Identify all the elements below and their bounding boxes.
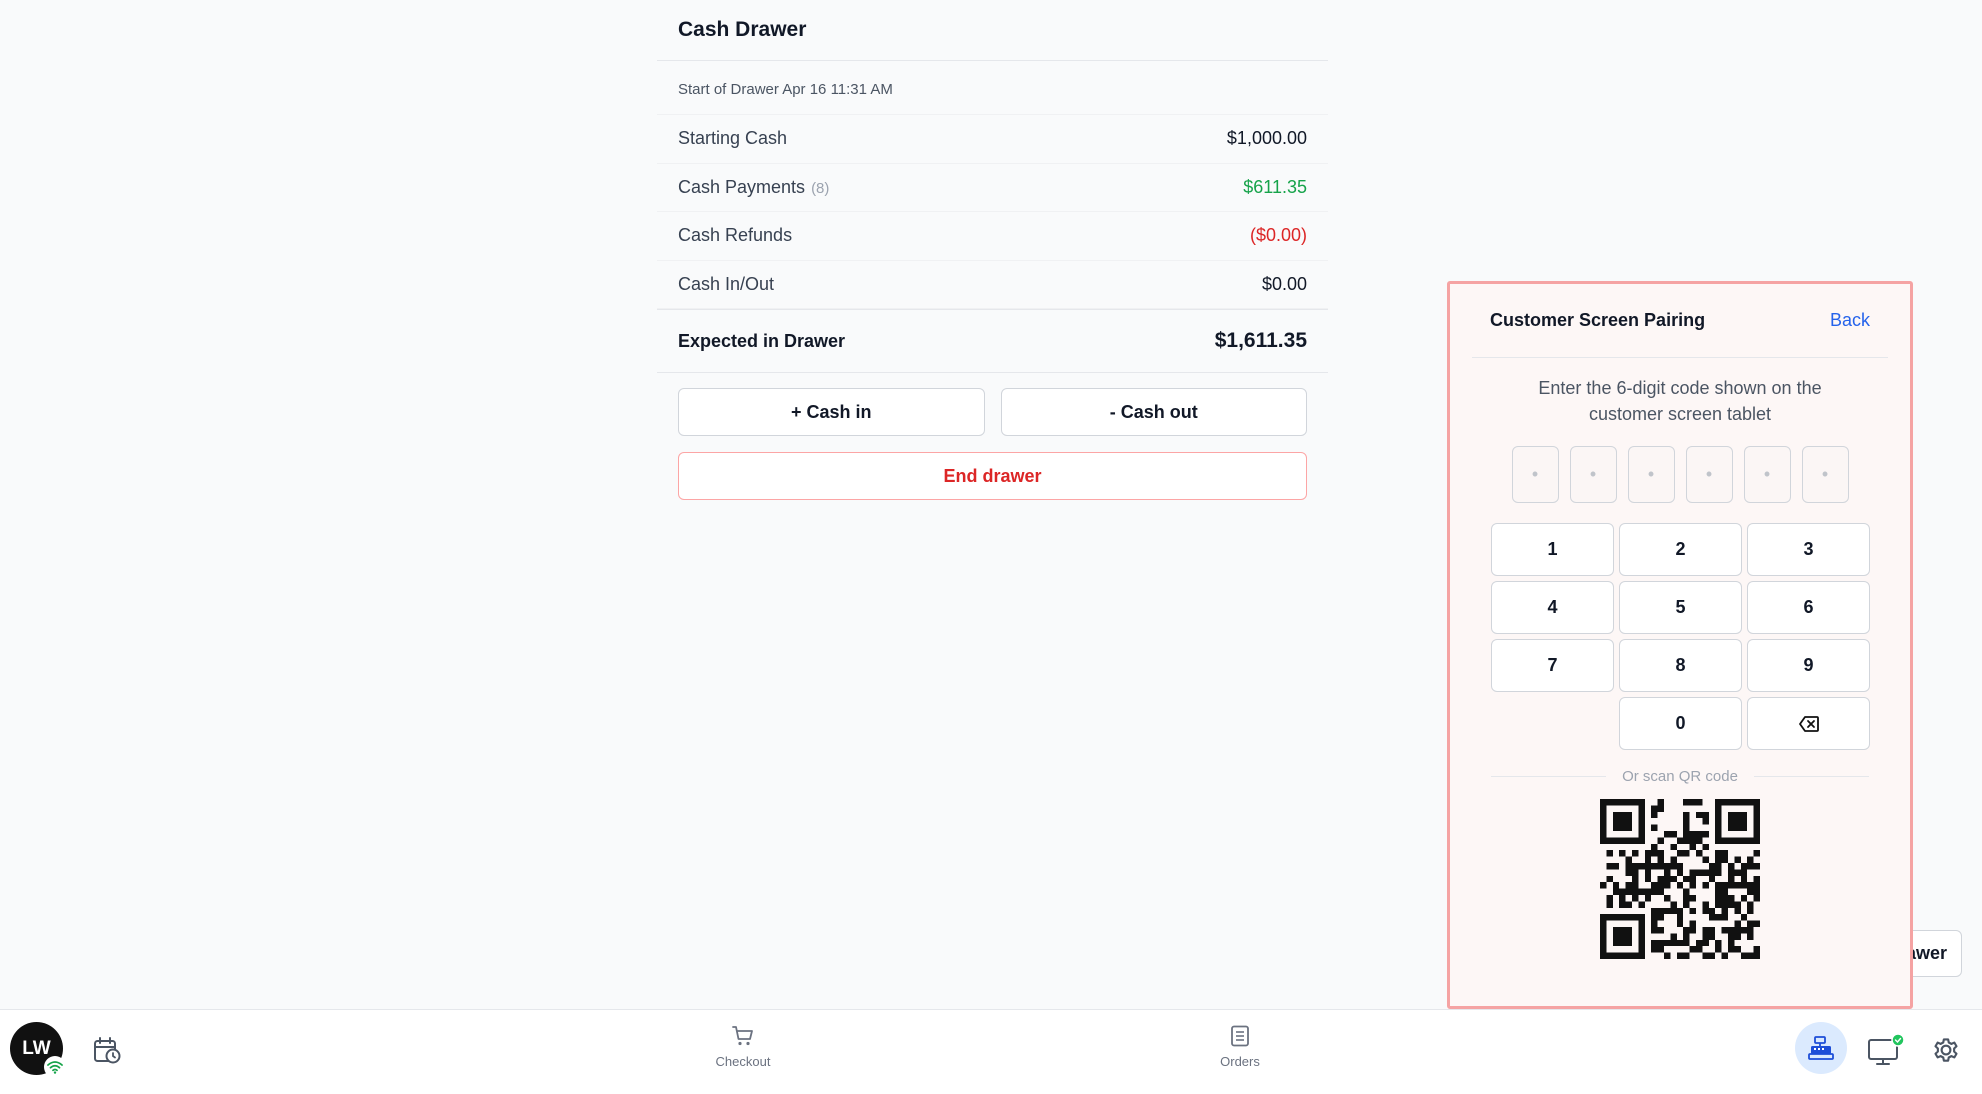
- cash-in-out-row: Cash In/Out $0.00: [657, 261, 1328, 309]
- qr-divider-text: Or scan QR code: [1622, 768, 1738, 785]
- back-link[interactable]: Back: [1830, 310, 1870, 331]
- shift-history-button[interactable]: [90, 1033, 124, 1067]
- dialog-title: Customer Screen Pairing: [1490, 310, 1706, 330]
- expected-total-row: Expected in Drawer $1,611.35: [657, 309, 1328, 373]
- cash-drawer-panel: Cash Drawer Start of Drawer Apr 16 11:31…: [657, 0, 1328, 500]
- qr-divider: Or scan QR code: [1491, 768, 1869, 785]
- expected-total-label: Expected in Drawer: [678, 330, 846, 351]
- cash-in-button[interactable]: + Cash in: [678, 388, 985, 436]
- pairing-qr-code: [1600, 799, 1760, 959]
- starting-cash-row: Starting Cash $1,000.00: [657, 115, 1328, 164]
- end-drawer-button[interactable]: End drawer: [678, 452, 1307, 500]
- key-8[interactable]: 8: [1619, 639, 1742, 692]
- cash-refunds-row: Cash Refunds ($0.00): [657, 212, 1328, 261]
- backspace-key[interactable]: [1747, 697, 1870, 750]
- cash-in-out-value: $0.00: [1261, 273, 1307, 294]
- code-digit-5[interactable]: •: [1743, 446, 1791, 503]
- gear-icon: [1934, 1038, 1958, 1062]
- code-digit-2[interactable]: •: [1569, 446, 1617, 503]
- monitor-icon: [1868, 1033, 1905, 1065]
- cash-payments-row: Cash Payments (8) $611.35: [657, 164, 1328, 212]
- cash-in-out-label: Cash In/Out: [678, 273, 775, 294]
- pairing-instruction: Enter the 6-digit code shown on the cust…: [1538, 378, 1822, 424]
- cash-out-button[interactable]: - Cash out: [1000, 388, 1307, 436]
- nav-orders-label: Orders: [1220, 1054, 1260, 1069]
- code-input-row[interactable]: • • • • • •: [1450, 446, 1910, 503]
- starting-cash-label: Starting Cash: [678, 128, 788, 149]
- key-9[interactable]: 9: [1747, 639, 1870, 692]
- key-6[interactable]: 6: [1747, 581, 1870, 634]
- customer-screen-button[interactable]: [1866, 1030, 1906, 1070]
- cash-refunds-value: ($0.00): [1249, 225, 1307, 246]
- cash-payments-value: $611.35: [1243, 176, 1307, 197]
- numeric-keypad: 1 2 3 4 5 6 7 8 9 0: [1491, 523, 1910, 750]
- nav-checkout-label: Checkout: [715, 1054, 771, 1069]
- code-digit-4[interactable]: •: [1685, 446, 1733, 503]
- cash-drawer-button[interactable]: [1795, 1022, 1847, 1074]
- page-title: Cash Drawer: [657, 0, 1328, 61]
- drawer-start-time: Start of Drawer Apr 16 11:31 AM: [657, 61, 1328, 115]
- settings-button[interactable]: [1928, 1032, 1964, 1068]
- qr-modules: [1600, 799, 1760, 959]
- key-2[interactable]: 2: [1619, 523, 1742, 576]
- key-1[interactable]: 1: [1491, 523, 1614, 576]
- key-0[interactable]: 0: [1619, 697, 1742, 750]
- expected-total-value: $1,611.35: [1214, 329, 1307, 352]
- nav-checkout[interactable]: Checkout: [698, 1024, 788, 1069]
- dialog-header: Customer Screen Pairing Back: [1472, 284, 1888, 358]
- calendar-clock-icon: [94, 1037, 121, 1064]
- code-digit-1[interactable]: •: [1511, 446, 1559, 503]
- cash-payments-label: Cash Payments: [678, 176, 806, 197]
- code-digit-6[interactable]: •: [1801, 446, 1849, 503]
- cart-icon: [732, 1026, 753, 1046]
- wifi-icon: [44, 1056, 66, 1078]
- customer-screen-pairing-dialog: Customer Screen Pairing Back Enter the 6…: [1447, 281, 1913, 1009]
- key-5[interactable]: 5: [1619, 581, 1742, 634]
- cash-buttons: + Cash in - Cash out: [657, 373, 1328, 436]
- key-4[interactable]: 4: [1491, 581, 1614, 634]
- key-7[interactable]: 7: [1491, 639, 1614, 692]
- bottom-navigation-bar: LW Checkout Orders: [0, 1009, 1982, 1094]
- backspace-icon: [1798, 715, 1819, 732]
- nav-orders[interactable]: Orders: [1195, 1024, 1285, 1069]
- orders-list-icon: [1231, 1025, 1249, 1047]
- cash-payments-label-wrap: Cash Payments (8): [678, 177, 829, 198]
- key-3[interactable]: 3: [1747, 523, 1870, 576]
- starting-cash-value: $1,000.00: [1226, 128, 1307, 149]
- cash-refunds-label: Cash Refunds: [678, 225, 793, 246]
- code-digit-3[interactable]: •: [1627, 446, 1675, 503]
- cash-payments-count: (8): [811, 179, 830, 197]
- cash-register-icon: [1808, 1036, 1834, 1060]
